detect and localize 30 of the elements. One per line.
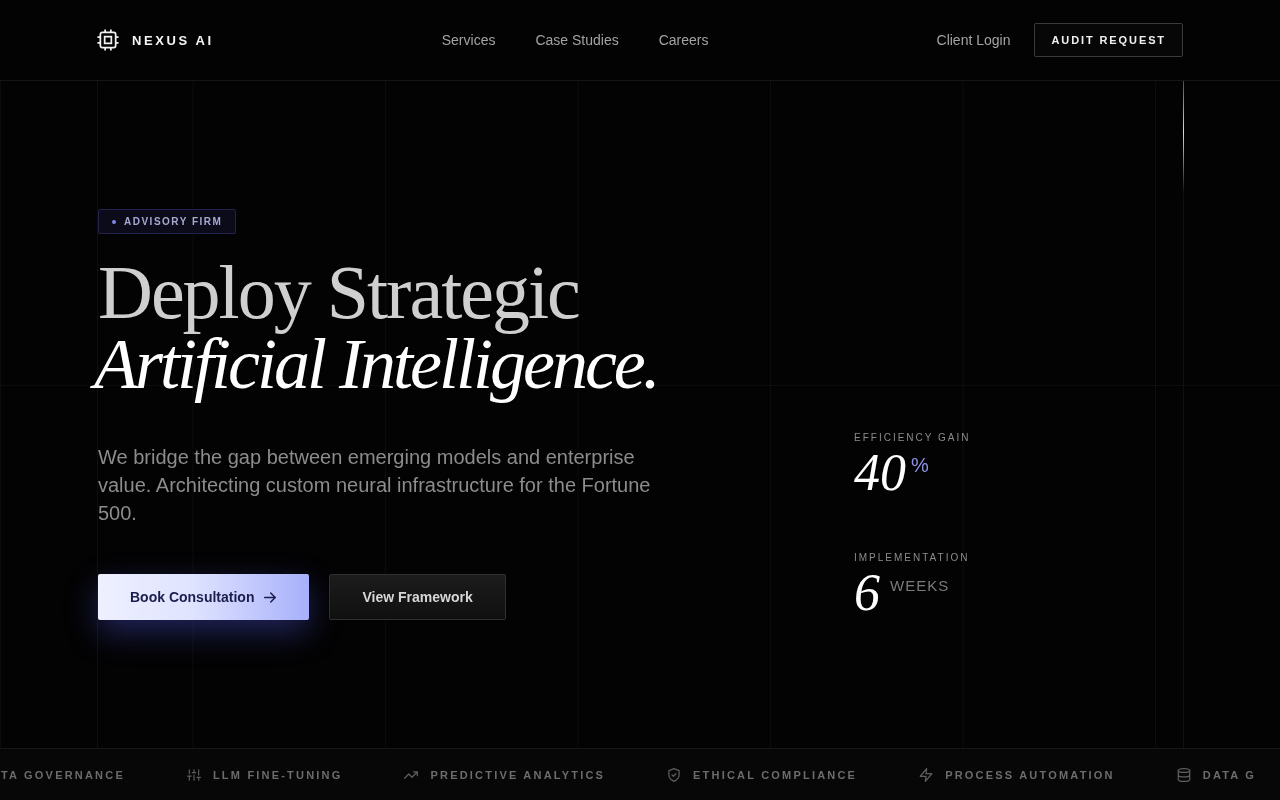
service-label: ETHICAL COMPLIANCE	[693, 768, 858, 781]
database-icon	[1176, 767, 1191, 782]
arrow-right-icon	[264, 591, 277, 603]
service-label: PROCESS AUTOMATION	[945, 768, 1115, 781]
stat-label: IMPLEMENTATION	[854, 551, 971, 565]
service-label: PREDICTIVE ANALYTICS	[430, 768, 606, 781]
dot-icon	[112, 219, 116, 224]
view-framework-button[interactable]: View Framework	[329, 574, 506, 620]
nav-link[interactable]: Careers	[658, 32, 709, 48]
nav-link[interactable]: Case Studies	[535, 32, 619, 48]
stat-unit: WEEKS	[890, 577, 950, 594]
stat-label: EFFICIENCY GAIN	[854, 431, 971, 445]
tag-label: ADVISORY FIRM	[124, 216, 223, 227]
sliders-icon	[186, 767, 201, 782]
audit-request-button[interactable]: AUDIT REQUEST	[1034, 23, 1183, 57]
stat-unit: %	[911, 454, 929, 477]
stat-value: 6	[854, 567, 881, 619]
service-label: LLM FINE-TUNING	[212, 768, 343, 781]
shield-check-icon	[667, 767, 682, 782]
lightning-icon	[919, 767, 934, 782]
hero-description: We bridge the gap between emerging models and enterprise value. Architecting custom neural infrastructure for the Fortune 500.	[98, 445, 652, 526]
stat-value: 40	[854, 447, 907, 499]
service-label: TA GOVERNANCE	[1, 768, 125, 781]
service-label: DATA G	[1202, 768, 1257, 781]
login-link[interactable]: Client Login	[936, 32, 1011, 48]
nav-link[interactable]: Services	[441, 32, 496, 48]
hero-heading: Deploy Strategic Artificial Intelligence.	[90, 256, 668, 414]
book-consultation-button[interactable]: Book Consultation	[98, 574, 310, 620]
brand-name: NEXUS AI	[132, 32, 214, 48]
chip-icon	[97, 29, 119, 51]
